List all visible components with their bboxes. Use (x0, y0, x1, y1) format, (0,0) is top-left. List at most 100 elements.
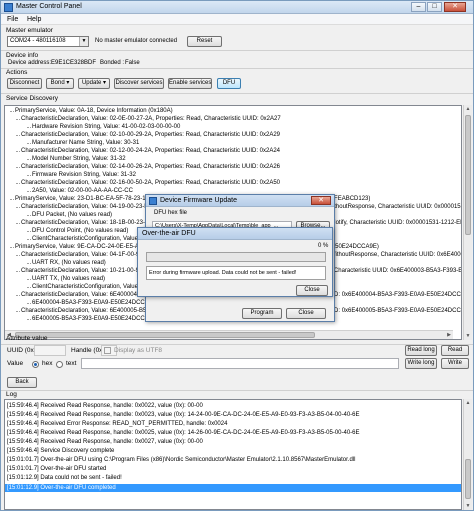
progress-percent: 0 % (318, 243, 329, 249)
scroll-down-icon[interactable]: ▼ (464, 332, 472, 340)
text-radio[interactable] (56, 361, 63, 368)
divider (1, 68, 473, 69)
ota-close-button[interactable]: Close (296, 285, 328, 296)
uuid-label: UUID (0x) (7, 347, 36, 354)
maximize-button[interactable]: □ (427, 2, 442, 12)
tree-item[interactable]: CharacteristicDeclaration, Value: 02-0E-… (16, 115, 281, 123)
fw-dialog-title: Device Firmware Update (160, 197, 238, 204)
dfu-progress-bar (146, 252, 326, 262)
divider (1, 50, 473, 51)
tree-item[interactable]: Hardware Revision String, Value: 41-00-0… (26, 123, 180, 131)
log-list[interactable]: [15:59:46.4] Received Read Response, han… (4, 399, 462, 510)
menu-help[interactable]: Help (27, 16, 41, 23)
log-line[interactable]: [15:59:46.4] Received Read Response, han… (7, 438, 203, 446)
actions-heading: Actions (6, 69, 28, 76)
hex-radio-label: hex (42, 360, 53, 367)
master-emulator-heading: Master emulator (6, 27, 53, 34)
attribute-value-heading: Attribute value (6, 335, 48, 342)
handle-label: Handle (0x) (71, 347, 105, 354)
bonded-value: False (125, 60, 140, 66)
scroll-right-icon[interactable]: ▶ (445, 331, 453, 339)
tree-item[interactable]: Manufacturer Name String, Value: 30-31 (26, 139, 139, 147)
value-label: Value (7, 360, 24, 367)
tree-item[interactable]: CharacteristicDeclaration, Value: 02-16-… (15, 179, 280, 187)
scroll-up-icon[interactable]: ▲ (464, 399, 472, 407)
display-utf8-checkbox[interactable] (104, 347, 111, 354)
log-line[interactable]: [15:01:01.7] Over-the-air DFU using C:\P… (7, 456, 355, 464)
log-line[interactable]: [15:59:46.4] Received Error Response: RE… (7, 420, 227, 428)
tree-hscroll-thumb[interactable] (15, 332, 315, 338)
discover-services-button[interactable]: Discover services (114, 78, 164, 89)
tree-item[interactable]: DFU Control Point, (No values read) (26, 227, 128, 235)
tree-item[interactable]: 2A50, Value: 02-00-00-AA-AA-CC-CC (27, 187, 133, 195)
log-line[interactable]: [15:59:46.4] Received Read Response, han… (7, 411, 360, 419)
ota-dfu-dialog: Over-the-air DFU 0 % Error during firmwa… (137, 227, 333, 297)
close-button[interactable]: ✕ (444, 2, 466, 12)
dfu-hex-file-label: DFU hex file (154, 210, 188, 216)
divider (1, 344, 473, 345)
device-address-value: E9E1CE328BDF (51, 60, 97, 66)
read-button[interactable]: Read (441, 345, 469, 356)
device-address-label: Device address: (8, 60, 52, 66)
fw-close-button[interactable]: Close (286, 308, 326, 319)
log-line[interactable]: [15:01:12.9] Data could not be sent - fa… (7, 474, 122, 482)
tree-item[interactable]: UART RX, (No values read) (27, 259, 106, 267)
text-radio-label: text (66, 360, 77, 367)
app-icon (4, 3, 13, 12)
divider (1, 390, 473, 391)
bond-button[interactable]: Bond (46, 78, 74, 89)
log-line[interactable]: [15:59:46.4] Service Discovery complete (7, 447, 114, 455)
reset-button[interactable]: Reset (187, 36, 222, 47)
hex-radio[interactable] (32, 361, 39, 368)
service-discovery-heading: Service Discovery (6, 95, 59, 102)
value-input[interactable] (81, 358, 399, 369)
divider (1, 93, 473, 94)
log-heading: Log (6, 391, 17, 398)
enable-services-button[interactable]: Enable services (168, 78, 212, 89)
log-line[interactable]: [15:59:46.4] Received Read Response, han… (7, 402, 203, 410)
ota-dialog-title-bar[interactable]: Over-the-air DFU (138, 228, 332, 240)
write-button[interactable]: Write (441, 358, 469, 369)
minimize-button[interactable]: – (411, 2, 426, 12)
scroll-down-icon[interactable]: ▼ (464, 502, 472, 510)
bonded-label: Bonded : (100, 60, 125, 66)
tree-horizontal-scrollbar[interactable]: ◀ ▶ (5, 330, 453, 339)
update-button[interactable]: Update (78, 78, 110, 89)
device-info-heading: Device info (6, 52, 39, 59)
disconnect-button[interactable]: Disconnect (7, 78, 42, 89)
window-title: Master Control Panel (16, 3, 82, 10)
fw-dialog-title-bar[interactable]: Device Firmware Update ✕ (146, 195, 334, 207)
com-port-combo[interactable]: COM24 - 480116108 ▼ (7, 36, 89, 47)
dialog-icon (149, 197, 157, 205)
back-button[interactable]: Back (7, 377, 37, 388)
uuid-input[interactable] (34, 345, 66, 356)
log-line[interactable]: [15:01:01.7] Over-the-air DFU started (7, 465, 106, 473)
log-vertical-scrollbar[interactable]: ▲ ▼ (463, 399, 472, 510)
menu-file[interactable]: File (7, 16, 18, 23)
display-utf8-label: Display as UTF8 (114, 347, 163, 354)
tree-vertical-scrollbar[interactable]: ▲ ▼ (463, 105, 472, 340)
tree-vscroll-thumb[interactable] (465, 115, 471, 235)
log-vscroll-thumb[interactable] (465, 459, 471, 499)
tree-item[interactable]: CharacteristicDeclaration, Value: 02-14-… (15, 163, 280, 171)
master-status-text: No master emulator connected (95, 38, 178, 44)
chevron-down-icon[interactable]: ▼ (79, 37, 88, 46)
tree-item[interactable]: CharacteristicDeclaration, Value: 02-12-… (15, 147, 280, 155)
program-button[interactable]: Program (242, 308, 282, 319)
tree-item[interactable]: Model Number String, Value: 31-32 (27, 155, 126, 163)
fw-dialog-close-icon[interactable]: ✕ (311, 196, 331, 205)
log-line[interactable]: [15:59:46.4] Received Read Response, han… (7, 429, 360, 437)
log-line-selected[interactable]: [15:01:12.9] Over-the-air DFU completed (5, 484, 461, 492)
read-long-button[interactable]: Read long (405, 345, 437, 356)
error-message: Error during firmware upload. Data could… (149, 270, 297, 276)
tree-item[interactable]: PrimaryService, Value: 0A-18, Device Inf… (10, 107, 173, 115)
write-long-button[interactable]: Write long (405, 358, 437, 369)
scroll-up-icon[interactable]: ▲ (464, 105, 472, 113)
tree-item[interactable]: UART TX, (No values read) (26, 275, 105, 283)
menu-bar: File Help (1, 14, 473, 25)
tree-item[interactable]: CharacteristicDeclaration, Value: 02-10-… (15, 131, 280, 139)
dfu-button[interactable]: DFU (217, 78, 241, 89)
tree-item[interactable]: Firmware Revision String, Value: 31-32 (27, 171, 136, 179)
title-bar[interactable]: Master Control Panel – □ ✕ (1, 1, 473, 14)
tree-item[interactable]: DFU Packet, (No values read) (26, 211, 112, 219)
